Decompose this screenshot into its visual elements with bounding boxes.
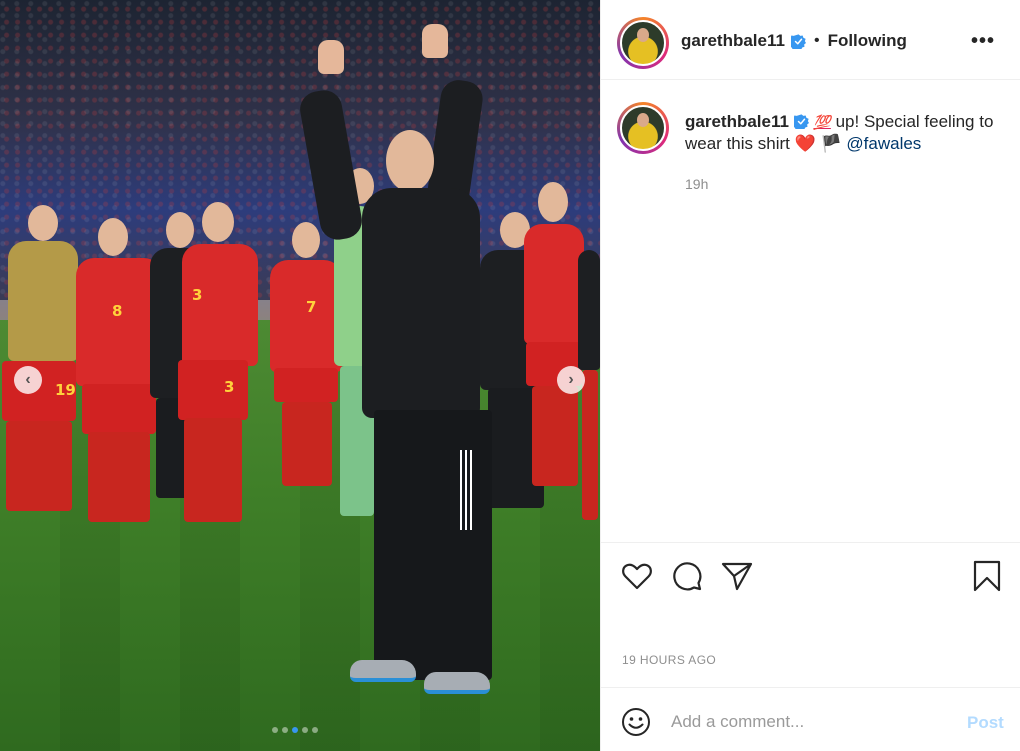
post-header: garethbale11 • Following ••• bbox=[601, 0, 1020, 80]
paper-plane-icon[interactable] bbox=[721, 560, 753, 592]
carousel-dot bbox=[312, 727, 318, 733]
bookmark-icon[interactable] bbox=[971, 560, 1003, 592]
separator-dot: • bbox=[813, 32, 820, 49]
caption-username[interactable]: garethbale11 bbox=[685, 112, 789, 131]
heart-outline-icon[interactable] bbox=[621, 560, 653, 592]
smiley-face-icon[interactable] bbox=[621, 707, 651, 737]
shirt-number: 8 bbox=[112, 302, 123, 320]
chevron-left-icon: ‹ bbox=[25, 371, 31, 388]
header-user-line: garethbale11 • Following bbox=[681, 31, 907, 51]
carousel-indicator bbox=[272, 727, 318, 733]
caption-text: garethbale11 💯 up! Special feeling to we… bbox=[685, 111, 1015, 155]
flag-emoji: 🏴 bbox=[820, 134, 842, 153]
avatar[interactable] bbox=[617, 17, 669, 69]
avatar[interactable] bbox=[617, 102, 669, 154]
comment-input[interactable] bbox=[671, 708, 941, 736]
action-bar bbox=[601, 542, 1020, 612]
player-figure bbox=[522, 182, 586, 492]
mention-link[interactable]: @fawales bbox=[846, 134, 921, 153]
carousel-dot bbox=[302, 727, 308, 733]
carousel-next-button[interactable]: › bbox=[557, 366, 585, 394]
caption-time: 19h bbox=[685, 176, 709, 192]
post-details-panel: garethbale11 • Following ••• garethbale1… bbox=[600, 0, 1020, 751]
carousel-dot bbox=[282, 727, 288, 733]
shirt-number: 3 bbox=[192, 286, 203, 304]
following-button[interactable]: Following bbox=[828, 31, 907, 51]
post-comment-button[interactable]: Post bbox=[967, 713, 1004, 733]
gareth-bale-figure bbox=[297, 20, 510, 730]
player-figure: 19 bbox=[0, 205, 80, 525]
verified-badge-icon bbox=[790, 33, 806, 49]
player-figure: 3 3 bbox=[176, 202, 260, 528]
carousel-prev-button[interactable]: ‹ bbox=[14, 366, 42, 394]
more-options-icon[interactable]: ••• bbox=[971, 30, 995, 53]
chevron-right-icon: › bbox=[568, 371, 574, 388]
comment-bar: Post bbox=[601, 687, 1020, 751]
red-heart-emoji: ❤️ bbox=[794, 134, 816, 153]
post-photo[interactable]: 19 8 3 3 7 ‹ › bbox=[0, 0, 600, 751]
carousel-dot-active bbox=[292, 727, 298, 733]
comment-bubble-icon[interactable] bbox=[671, 560, 703, 592]
header-username[interactable]: garethbale11 bbox=[681, 31, 785, 51]
hundred-emoji: 💯 bbox=[813, 114, 831, 130]
carousel-dot bbox=[272, 727, 278, 733]
post-timestamp: 19 HOURS AGO bbox=[622, 653, 717, 667]
shirt-number: 3 bbox=[224, 378, 235, 396]
verified-badge-icon bbox=[793, 114, 809, 129]
